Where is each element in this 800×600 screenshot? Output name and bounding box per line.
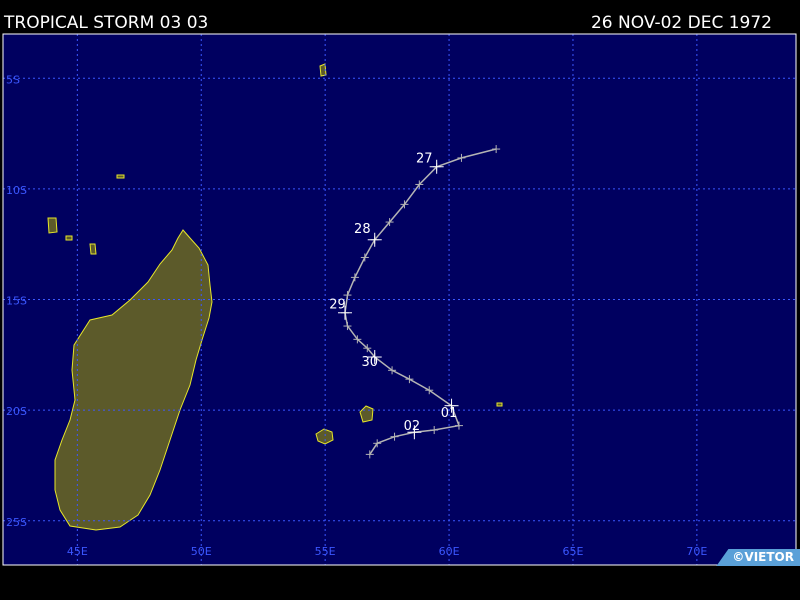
day-label: 29 (329, 297, 346, 312)
day-label: 28 (354, 222, 371, 237)
day-label: 27 (416, 151, 433, 166)
agalega-island (65, 235, 73, 241)
credit-badge: ©VIETOR (716, 549, 800, 566)
lat-label: 10S (6, 184, 27, 197)
lon-label: 45E (67, 545, 88, 558)
lat-label: 5S (6, 73, 20, 86)
lat-label: 15S (6, 295, 27, 308)
comoros-island (47, 217, 58, 234)
lat-label: 25S (6, 516, 27, 529)
lon-label: 70E (686, 545, 707, 558)
day-label: 01 (441, 406, 458, 421)
lon-label: 50E (191, 545, 212, 558)
lon-label: 65E (562, 545, 583, 558)
lon-label: 55E (315, 545, 336, 558)
aldabra-island (116, 174, 125, 179)
lat-label: 20S (6, 405, 27, 418)
lon-label: 60E (439, 545, 460, 558)
rodrigues-island (496, 402, 503, 407)
day-label: 02 (404, 419, 421, 434)
day-label: 30 (361, 355, 378, 370)
comoros-island-east (89, 243, 97, 255)
storm-track-map-screen: TROPICAL STORM 03 03 26 NOV-02 DEC 1972 … (0, 0, 800, 600)
track-map: 45E50E55E60E65E70E75E5S10S15S20S25S 2728… (2, 33, 797, 566)
